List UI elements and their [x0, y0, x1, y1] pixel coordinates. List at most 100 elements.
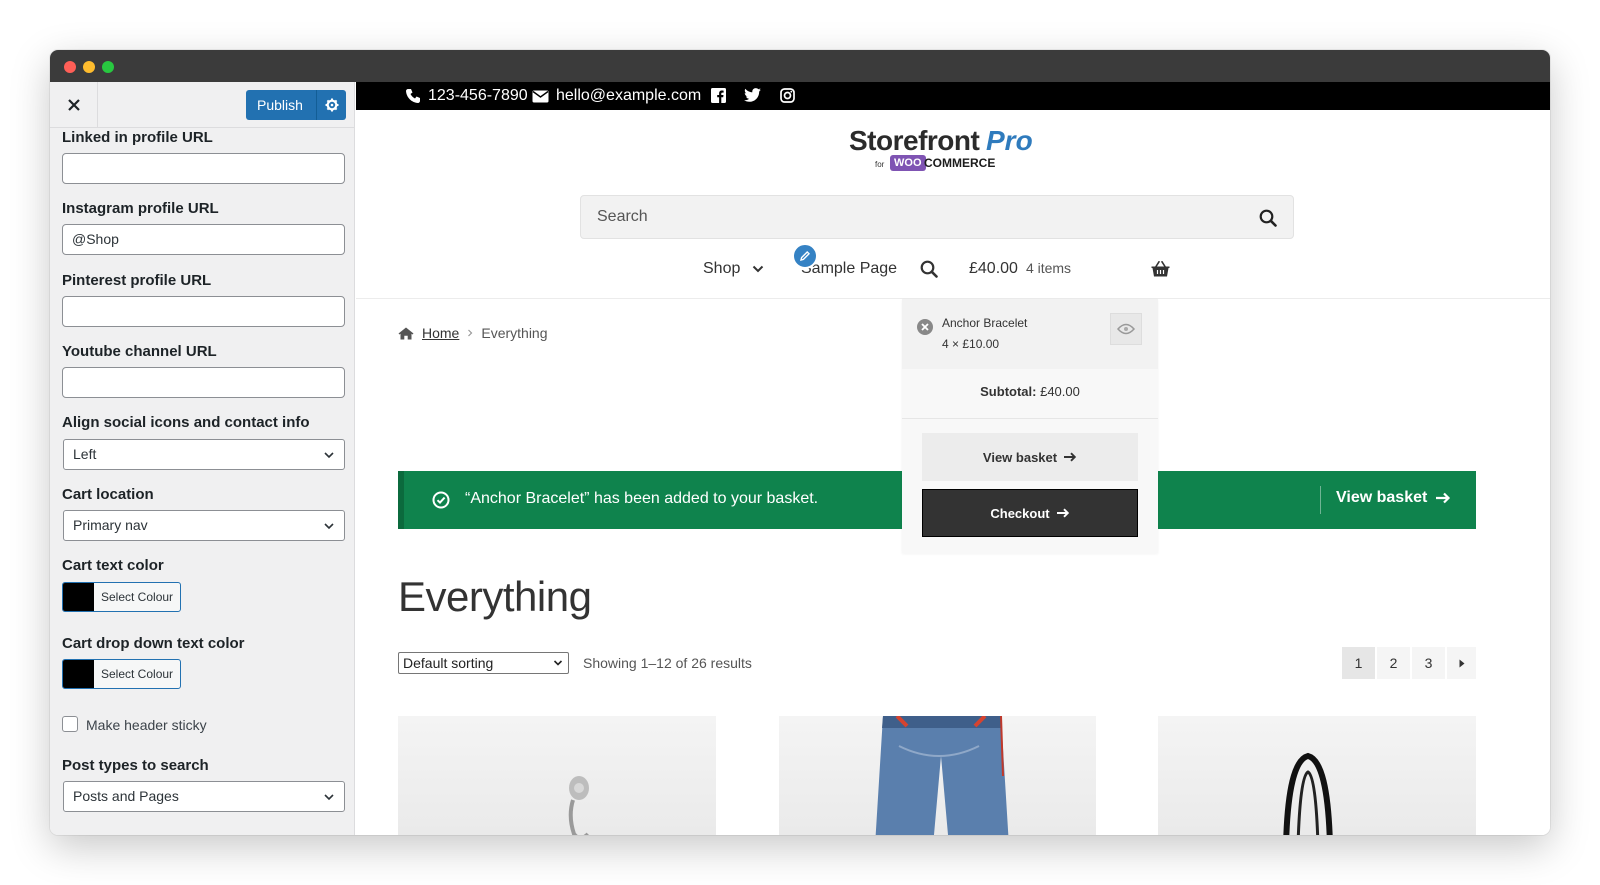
publish-button[interactable]: Publish: [246, 90, 346, 120]
instagram-icon: [780, 88, 795, 103]
post-types-label: Post types to search: [62, 757, 209, 774]
search-placeholder: Search: [597, 208, 648, 225]
mini-cart-view-basket-label: View basket: [982, 449, 1058, 465]
pagination-page-1[interactable]: 1: [1342, 647, 1375, 679]
mini-cart-checkout-label: Checkout: [990, 505, 1050, 521]
close-window-dot[interactable]: [64, 61, 76, 73]
chevron-down-icon: [753, 265, 764, 273]
sticky-header-label: Make header sticky: [86, 717, 207, 733]
instagram-link[interactable]: [780, 88, 795, 103]
pencil-icon: [800, 251, 810, 261]
cart-location-select[interactable]: Primary nav: [63, 510, 345, 541]
subtotal-label: Subtotal:: [980, 384, 1037, 399]
arrow-right-icon: [1056, 508, 1069, 518]
edit-shortcut-button[interactable]: [792, 243, 818, 269]
chevron-down-icon: [553, 660, 563, 666]
logo-woo-badge: WOO: [890, 155, 926, 171]
nav-shop-label: Shop: [703, 260, 741, 277]
sorting-select[interactable]: Default sorting: [398, 652, 569, 674]
pinterest-label: Pinterest profile URL: [62, 272, 212, 289]
cart-text-color-button[interactable]: Select Colour: [62, 582, 181, 612]
mini-cart-item-name[interactable]: Anchor Bracelet: [942, 316, 1027, 330]
mini-cart-checkout-button[interactable]: Checkout: [922, 489, 1138, 537]
caret-right-icon: [1459, 659, 1464, 667]
browser-window: Publish Linked in profile URL Instagram …: [50, 50, 1550, 835]
chevron-down-icon: [324, 452, 334, 459]
color-swatch: [63, 583, 94, 611]
publish-settings-button[interactable]: [316, 90, 346, 120]
pagination-next[interactable]: [1447, 647, 1476, 679]
facebook-link[interactable]: [711, 88, 726, 103]
home-icon: [398, 327, 414, 339]
twitter-link[interactable]: [744, 88, 761, 102]
youtube-label: Youtube channel URL: [62, 343, 217, 360]
basket-icon[interactable]: [1151, 261, 1170, 277]
remove-item-button[interactable]: [917, 319, 933, 335]
product-image-bracelet[interactable]: [398, 716, 716, 835]
breadcrumb-home[interactable]: Home: [422, 325, 459, 341]
linkedin-label: Linked in profile URL: [62, 129, 213, 146]
product-search-input[interactable]: Search: [580, 195, 1294, 239]
bracelet-thumbnail-image: [1116, 323, 1136, 335]
bracelet-image: [568, 776, 589, 835]
customizer-sidebar: Publish Linked in profile URL Instagram …: [50, 82, 355, 835]
handbag-image: [1283, 752, 1333, 835]
nav-shop[interactable]: Shop: [703, 260, 764, 278]
mini-cart-divider: [902, 418, 1158, 419]
twitter-icon: [744, 88, 761, 102]
gear-icon: [325, 98, 338, 112]
align-label: Align social icons and contact info: [62, 414, 310, 431]
publish-label: Publish: [257, 97, 303, 113]
product-image-jeans[interactable]: [779, 716, 1096, 835]
arrow-right-icon: [1064, 452, 1077, 462]
mini-cart-view-basket-button[interactable]: View basket: [922, 433, 1138, 481]
instagram-url-input[interactable]: @Shop: [62, 224, 345, 255]
mini-cart-item-thumbnail[interactable]: [1110, 313, 1142, 345]
close-icon: [921, 323, 929, 331]
linkedin-url-input[interactable]: [62, 153, 345, 184]
instagram-label: Instagram profile URL: [62, 200, 219, 217]
align-select[interactable]: Left: [63, 439, 345, 470]
pagination-page-3[interactable]: 3: [1412, 647, 1445, 679]
pagination-page-2[interactable]: 2: [1377, 647, 1410, 679]
mini-cart-dropdown: Anchor Bracelet 4 × £10.00 Subtotal: £40…: [902, 299, 1158, 553]
site-preview: 123-456-7890 hello@example.com Storefron…: [356, 82, 1550, 835]
phone-icon: [406, 89, 420, 103]
chevron-down-icon: [324, 523, 334, 530]
notice-message: “Anchor Bracelet” has been added to your…: [465, 490, 819, 507]
logo-commerce: COMMERCE: [924, 156, 996, 170]
check-circle-icon: [432, 491, 450, 509]
arrow-right-icon: [1436, 492, 1451, 504]
notice-divider: [1320, 486, 1321, 514]
cart-total: £40.00: [969, 260, 1018, 277]
cart-dropdown-color-button[interactable]: Select Colour: [62, 659, 181, 689]
youtube-url-input[interactable]: [62, 367, 345, 398]
email-contact[interactable]: hello@example.com: [532, 87, 701, 105]
close-customizer-button[interactable]: [50, 82, 98, 127]
pinterest-url-input[interactable]: [62, 296, 345, 327]
post-types-select[interactable]: Posts and Pages: [63, 781, 345, 812]
select-colour-label: Select Colour: [101, 667, 174, 681]
notice-view-basket-link[interactable]: View basket: [1336, 489, 1451, 507]
logo-wordmark: Storefront: [849, 125, 980, 156]
phone-contact[interactable]: 123-456-7890: [405, 87, 528, 105]
phone-number: 123-456-7890: [428, 87, 528, 104]
contact-bar: 123-456-7890 hello@example.com: [356, 82, 1550, 110]
search-icon[interactable]: [1259, 209, 1277, 227]
cart-count: 4 items: [1025, 260, 1072, 276]
select-colour-label: Select Colour: [101, 590, 174, 604]
notice-view-basket-label: View basket: [1336, 489, 1428, 506]
color-swatch: [63, 660, 94, 688]
maximize-window-dot[interactable]: [102, 61, 114, 73]
header-cart[interactable]: £40.00 4 items: [969, 260, 1071, 278]
page-title: Everything: [398, 573, 592, 620]
product-image-bag[interactable]: [1158, 716, 1476, 835]
search-icon[interactable]: [920, 260, 938, 278]
mini-cart-item-quantity: 4 × £10.00: [942, 337, 1000, 351]
sticky-header-checkbox[interactable]: [62, 716, 78, 732]
subtotal-value: £40.00: [1040, 384, 1080, 399]
minimize-window-dot[interactable]: [83, 61, 95, 73]
email-address: hello@example.com: [556, 87, 702, 104]
close-icon: [67, 98, 80, 111]
chevron-right-icon: [468, 329, 473, 337]
